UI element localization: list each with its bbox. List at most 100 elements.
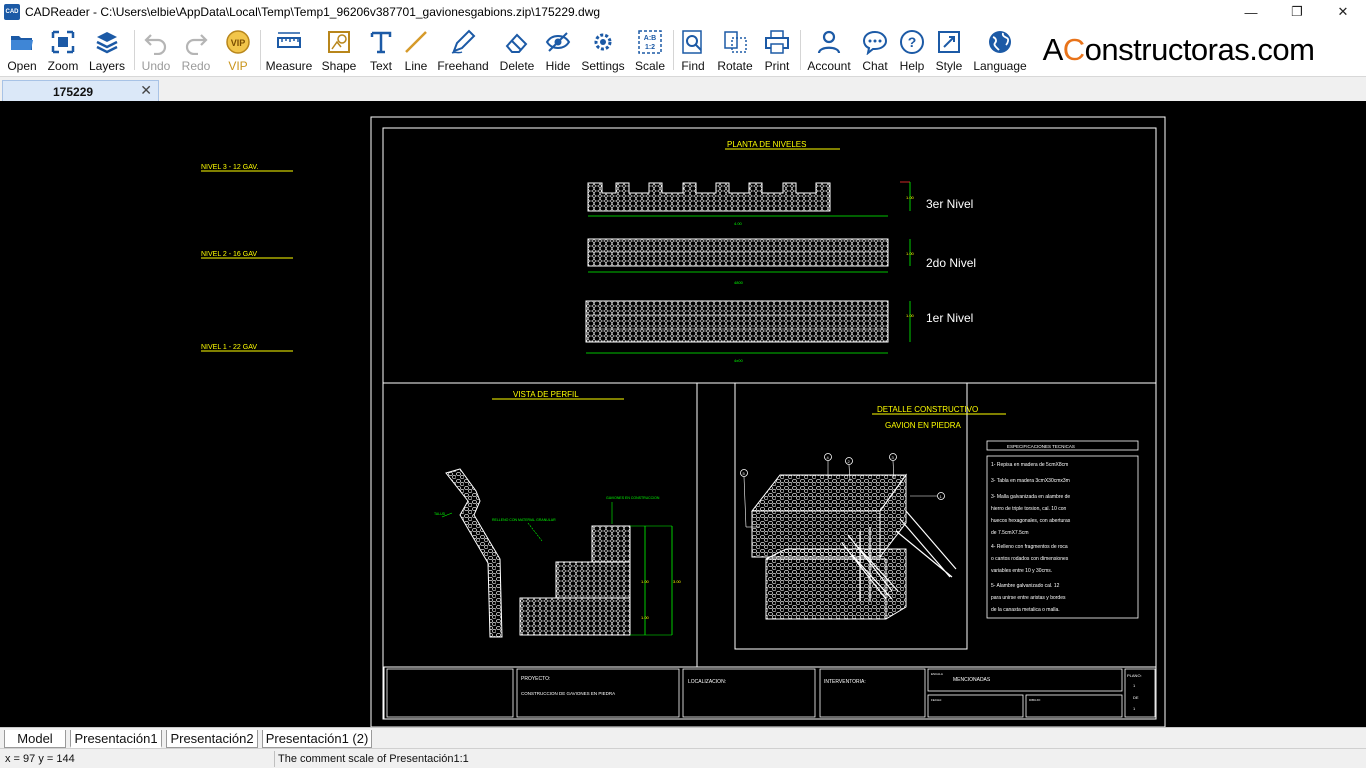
shape-button[interactable]: Shape (320, 24, 358, 76)
redo-icon (185, 34, 208, 55)
svg-text:TALUD: TALUD (434, 512, 446, 516)
layers-icon (96, 32, 118, 54)
svg-text:PLANO:: PLANO: (1127, 673, 1142, 678)
minimize-button[interactable]: — (1228, 0, 1274, 24)
detail-subtitle: GAVION EN PIEDRA (885, 421, 962, 430)
language-button[interactable]: Language (973, 24, 1027, 76)
level-3-title: 3er Nivel (926, 197, 973, 211)
line-icon (405, 31, 427, 53)
svg-text:1:2: 1:2 (645, 44, 655, 51)
svg-text:1.00: 1.00 (641, 579, 650, 584)
spec-line: 4- Relleno con fragmentos de roca (991, 544, 1068, 550)
style-icon (938, 31, 960, 53)
measure-button[interactable]: Measure (266, 24, 312, 76)
tab-presentacion1-2[interactable]: Presentación1 (2) (262, 730, 372, 748)
scale-icon: A:B 1:2 (638, 30, 662, 54)
line-button[interactable]: Line (402, 24, 430, 76)
tab-presentacion1[interactable]: Presentación1 (70, 730, 162, 748)
specs-title: ESPECIFICACIONES TECNICAS (1007, 444, 1075, 449)
svg-text:1: 1 (1133, 683, 1136, 688)
close-tab-icon[interactable]: ✕ (140, 82, 152, 99)
svg-text:1: 1 (1133, 706, 1136, 711)
gear-icon (594, 33, 612, 51)
tab-presentacion2[interactable]: Presentación2 (166, 730, 258, 748)
undo-button[interactable]: Undo (140, 24, 172, 76)
toolbar-separator (260, 30, 261, 70)
settings-button[interactable]: Settings (580, 24, 626, 76)
find-icon (682, 30, 702, 54)
undo-icon (144, 34, 167, 55)
toolbar-separator (673, 30, 674, 70)
svg-text:ESCALA: ESCALA (931, 672, 943, 676)
zoom-button[interactable]: Zoom (46, 24, 80, 76)
level-1-title: 1er Nivel (926, 311, 973, 325)
brand-logo: A Constructoras.com (1036, 27, 1321, 73)
svg-text:LOCALIZACION:: LOCALIZACION: (688, 679, 726, 685)
ruler-icon (277, 32, 301, 48)
cursor-coordinates: x = 97 y = 144 (5, 753, 75, 765)
svg-text:4x00: 4x00 (734, 358, 743, 363)
left-level-labels: NIVEL 3 - 12 GAV. NIVEL 2 - 16 GAV NIVEL… (201, 164, 293, 352)
svg-text:4: 4 (827, 455, 830, 460)
svg-text:CONSTRUCCION DE GAVIONES EN PI: CONSTRUCCION DE GAVIONES EN PIEDRA (521, 691, 615, 696)
svg-text:1.00: 1.00 (641, 615, 650, 620)
delete-button[interactable]: Delete (498, 24, 536, 76)
style-button[interactable]: Style (934, 24, 964, 76)
text-button[interactable]: Text (366, 24, 396, 76)
scale-button[interactable]: A:B 1:2 Scale (634, 24, 666, 76)
svg-text:1.00: 1.00 (906, 251, 915, 256)
window-title: CADReader - C:\Users\elbie\AppData\Local… (25, 5, 601, 19)
profile-view: VISTA DE PERFIL 1.00 1.00 3.00 GAVIONES … (434, 390, 682, 638)
cad-drawing: NIVEL 3 - 12 GAV. NIVEL 2 - 16 GAV NIVEL… (201, 116, 1166, 727)
redo-button[interactable]: Redo (180, 24, 212, 76)
svg-text:A:B: A:B (644, 35, 656, 42)
document-tab-label: 175229 (53, 85, 94, 99)
app-logo-icon: CAD (4, 4, 20, 20)
layout-tab-bar: Model Presentación1 Presentación2 Presen… (0, 727, 1366, 748)
eye-hidden-icon (545, 32, 571, 52)
document-tab[interactable]: 175229 ✕ (2, 80, 159, 102)
print-button[interactable]: Print (762, 24, 792, 76)
help-button[interactable]: ? Help (898, 24, 926, 76)
status-message: The comment scale of Presentación1:1 (278, 753, 469, 765)
vip-icon: VIP (226, 30, 250, 54)
freehand-button[interactable]: Freehand (437, 24, 489, 76)
open-button[interactable]: Open (6, 24, 38, 76)
toolbar-separator (134, 30, 135, 70)
account-button[interactable]: Account (806, 24, 852, 76)
svg-text:FECHA:: FECHA: (931, 698, 942, 702)
svg-text:4.00: 4.00 (734, 221, 743, 226)
vip-button[interactable]: VIP VIP (222, 24, 254, 76)
user-icon (817, 30, 841, 54)
svg-text:MENCIONADAS: MENCIONADAS (953, 677, 991, 683)
svg-text:3.00: 3.00 (673, 579, 682, 584)
rotate-button[interactable]: Rotate (716, 24, 754, 76)
level-1-label: NIVEL 1 - 22 GAV (201, 344, 257, 351)
chat-button[interactable]: Chat (860, 24, 890, 76)
tab-model[interactable]: Model (4, 730, 66, 748)
text-icon (370, 31, 392, 54)
maximize-button[interactable]: ❐ (1274, 0, 1320, 24)
drawing-canvas[interactable]: NIVEL 3 - 12 GAV. NIVEL 2 - 16 GAV NIVEL… (0, 101, 1366, 727)
layers-button[interactable]: Layers (88, 24, 126, 76)
eraser-icon (505, 33, 528, 53)
find-button[interactable]: Find (679, 24, 707, 76)
svg-text:3: 3 (892, 455, 895, 460)
pen-icon (451, 29, 476, 54)
svg-text:2: 2 (848, 459, 851, 464)
plan-title: PLANTA DE NIVELES (727, 140, 806, 149)
folder-icon (11, 36, 33, 50)
spec-line: para unirse entre aristas y bordes (991, 595, 1066, 601)
spec-line: 3- Malla galvanizada en alambre de (991, 494, 1070, 500)
spec-line: huecos hexagonales, con aberturas (991, 518, 1071, 524)
svg-text:DIBUJO:: DIBUJO: (1029, 698, 1041, 702)
title-block: PROYECTO: CONSTRUCCION DE GAVIONES EN PI… (383, 666, 1157, 720)
level-2-label: NIVEL 2 - 16 GAV (201, 251, 257, 258)
zoom-extents-icon (51, 30, 75, 54)
profile-title: VISTA DE PERFIL (513, 390, 579, 399)
hide-button[interactable]: Hide (544, 24, 572, 76)
detail-title: DETALLE CONSTRUCTIVO (877, 405, 978, 414)
spec-line: 3- Tabla en madera 3cmX30cmx3m (991, 478, 1070, 484)
close-button[interactable]: ✕ (1320, 0, 1366, 24)
svg-text:DE: DE (1133, 695, 1139, 700)
